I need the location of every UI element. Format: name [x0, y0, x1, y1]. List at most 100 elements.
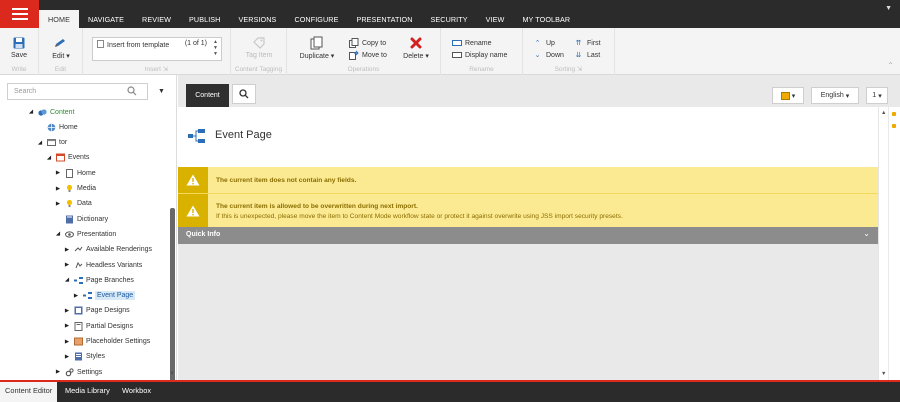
version-dropdown[interactable]: 1 ▾	[866, 87, 888, 104]
tab-review[interactable]: REVIEW	[133, 10, 180, 28]
rename-icon	[451, 38, 462, 48]
tab-navigate[interactable]: NAVIGATE	[79, 10, 133, 28]
tree-node[interactable]: ▶ Page Designs	[64, 304, 130, 318]
tree-node-label: Available Renderings	[86, 246, 153, 254]
tag-item-button[interactable]: Tag Item	[241, 35, 277, 59]
tree-node[interactable]: ◢ tor	[37, 136, 67, 150]
expand-arrow-icon[interactable]: ▶	[64, 323, 70, 329]
search-icon[interactable]	[127, 86, 137, 98]
tree-search-input[interactable]: Search	[7, 83, 148, 100]
copy-to-button[interactable]: Copy to	[348, 38, 386, 48]
tab-versions[interactable]: VERSIONS	[229, 10, 285, 28]
insert-from-template-item[interactable]: Insert from template	[107, 42, 169, 49]
tree-node[interactable]: ▶ Available Renderings	[64, 243, 152, 257]
tree-node[interactable]: ▶ Media	[55, 182, 96, 196]
expand-arrow-icon[interactable]: ▶	[55, 170, 61, 176]
sort-last-button[interactable]: ⇊ Last	[573, 50, 601, 60]
template-icon	[97, 40, 104, 48]
insert-spinner[interactable]: ▲ ▼ ▼	[213, 39, 218, 57]
scroll-down-icon[interactable]: ▼	[169, 371, 175, 377]
tab-home[interactable]: HOME	[39, 10, 79, 28]
collapse-ribbon-icon[interactable]: ⌃	[887, 61, 894, 70]
validation-indicator[interactable]	[892, 124, 896, 128]
tab-view[interactable]: VIEW	[477, 10, 514, 28]
duplicate-button[interactable]: Duplicate ▾	[294, 35, 340, 60]
expand-arrow-icon[interactable]: ▶	[64, 339, 70, 345]
branches-icon	[73, 275, 83, 285]
quick-info-section[interactable]: Quick Info ⌄	[178, 227, 878, 244]
delete-button[interactable]: Delete ▾	[397, 35, 435, 60]
insert-options-list[interactable]: Insert from template (1 of 1) ▲ ▼ ▼	[92, 37, 222, 61]
tree-node[interactable]: ▶ Event Page	[73, 289, 136, 303]
tree-node[interactable]: ▶ Headless Variants	[64, 258, 142, 272]
sort-first-button[interactable]: ⇈ First	[573, 38, 601, 48]
tree-node[interactable]: ▶ Home	[55, 166, 96, 180]
collapse-arrow-icon[interactable]: ◢	[37, 140, 43, 146]
display-name-button[interactable]: Display name	[451, 50, 507, 60]
content-search-button[interactable]	[232, 84, 256, 104]
tree-node[interactable]: ◢ Events	[46, 151, 89, 165]
tab-presentation[interactable]: PRESENTATION	[347, 10, 421, 28]
media-icon	[64, 184, 74, 194]
scroll-down-icon[interactable]: ▼	[881, 371, 886, 377]
tree-node[interactable]: ▶ Partial Designs	[64, 319, 133, 333]
ribbon-tabs: HOME NAVIGATE REVIEW PUBLISH VERSIONS CO…	[39, 10, 579, 28]
warning-no-fields: The current item does not contain any fi…	[178, 167, 878, 193]
validation-indicator[interactable]	[892, 112, 896, 116]
tree-node[interactable]: ▶ Placeholder Settings	[64, 335, 150, 349]
tree-node[interactable]: ◢ Presentation	[55, 227, 116, 241]
tab-my-toolbar[interactable]: MY TOOLBAR	[513, 10, 579, 28]
expand-arrow-icon[interactable]: ▶	[55, 201, 61, 207]
expand-arrow-icon[interactable]: ▶	[55, 369, 61, 375]
tab-content[interactable]: Content	[186, 84, 229, 107]
tree-scrollbar[interactable]	[170, 208, 175, 398]
search-options-caret-icon[interactable]: ▼	[158, 88, 165, 95]
tab-media-library[interactable]: Media Library	[60, 382, 115, 402]
expand-arrow-icon[interactable]: ▶	[64, 308, 70, 314]
tree-node[interactable]: ▶ Data	[55, 197, 92, 211]
rename-button[interactable]: Rename	[451, 38, 491, 48]
tree-node-label: Media	[77, 185, 97, 192]
collapse-arrow-icon[interactable]: ◢	[28, 109, 34, 115]
caret-down-icon[interactable]: ▼	[885, 5, 892, 12]
move-to-button[interactable]: Move to	[348, 50, 387, 60]
ribbon: Save Write Edit ▾ Edit Insert ⇲ Insert f…	[0, 28, 900, 75]
sort-up-button[interactable]: ⌃ Up	[532, 38, 555, 48]
tree-node-label: Dictionary	[77, 215, 109, 223]
expand-arrow-icon[interactable]: ▶	[73, 293, 79, 299]
tree-node[interactable]: ▶ Styles	[64, 350, 105, 364]
tab-security[interactable]: SECURITY	[422, 10, 477, 28]
scroll-up-icon[interactable]: ▲	[881, 110, 886, 116]
tree-node[interactable]: ◢ Content	[28, 105, 75, 119]
collapse-arrow-icon[interactable]: ◢	[64, 277, 70, 283]
content-icon	[37, 107, 47, 117]
double-arrow-down-icon: ⇊	[575, 52, 582, 59]
arrow-down-icon: ⌄	[534, 52, 541, 59]
tab-configure[interactable]: CONFIGURE	[285, 10, 347, 28]
language-dropdown[interactable]: English ▾	[811, 87, 859, 104]
ribbon-group-edit: Edit ▾ Edit	[39, 28, 83, 75]
save-button[interactable]: Save	[1, 35, 37, 59]
content-scrollbar[interactable]: ▲ ▼	[878, 107, 888, 380]
expand-arrow-icon[interactable]: ▶	[64, 247, 70, 253]
edit-button[interactable]: Edit ▾	[43, 35, 79, 60]
sort-down-button[interactable]: ⌄ Down	[532, 50, 564, 60]
tree-node[interactable]: ▶ Settings	[55, 365, 102, 379]
tag-icon	[241, 35, 277, 50]
collapse-arrow-icon[interactable]: ◢	[55, 231, 61, 237]
tab-workbox[interactable]: Workbox	[117, 382, 156, 402]
chevron-down-icon[interactable]: ⌄	[863, 229, 870, 238]
tab-publish[interactable]: PUBLISH	[180, 10, 229, 28]
tab-content-editor[interactable]: Content Editor	[0, 382, 58, 402]
expand-arrow-icon[interactable]: ▶	[55, 186, 61, 192]
navigator-dropdown-button[interactable]: ▾	[772, 87, 804, 104]
tree-node[interactable]: ◢ Page Branches	[64, 273, 134, 287]
expand-arrow-icon[interactable]: ▶	[64, 262, 70, 268]
tree-node[interactable]: Home	[37, 120, 78, 134]
delete-icon	[397, 35, 435, 50]
tree-node[interactable]: Dictionary	[55, 212, 108, 226]
presentation-icon	[64, 229, 74, 239]
expand-arrow-icon[interactable]: ▶	[64, 354, 70, 360]
collapse-arrow-icon[interactable]: ◢	[46, 155, 52, 161]
hamburger-menu-button[interactable]	[0, 0, 39, 28]
